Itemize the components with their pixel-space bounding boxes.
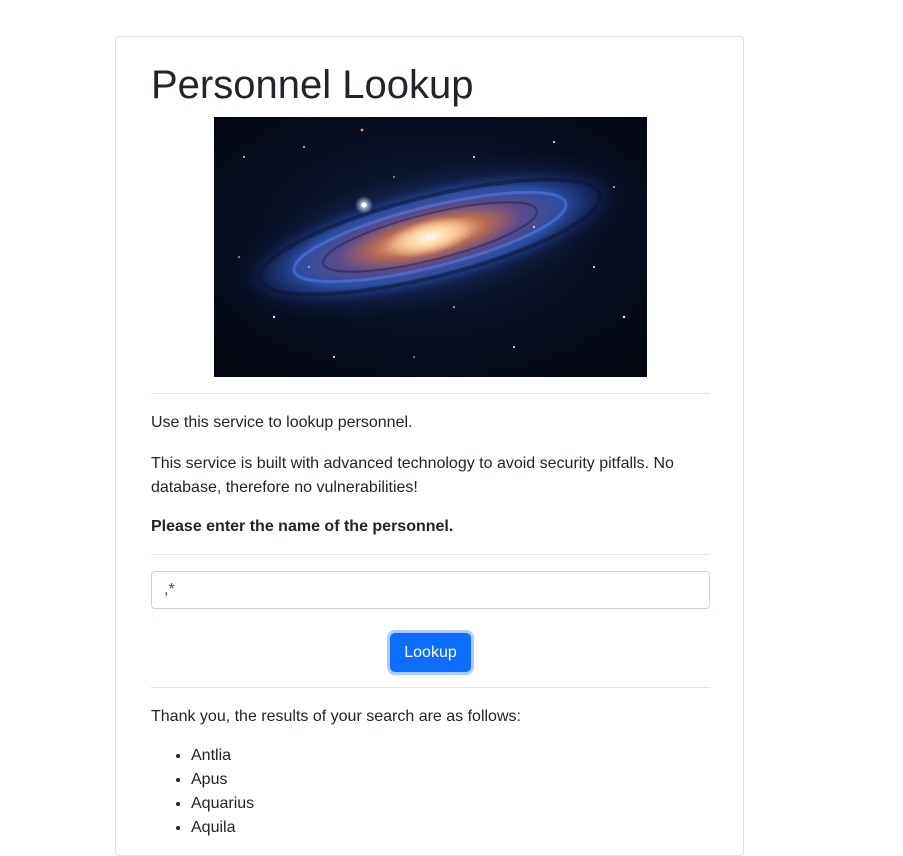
results-heading: Thank you, the results of your search ar… bbox=[151, 708, 521, 725]
divider bbox=[151, 393, 710, 394]
list-item: Aquila bbox=[191, 816, 254, 840]
intro-text: Use this service to lookup personnel. bbox=[151, 414, 413, 431]
input-prompt: Please enter the name of the personnel. bbox=[151, 518, 454, 535]
list-item: Aquarius bbox=[191, 792, 254, 816]
list-item: Antlia bbox=[191, 744, 254, 768]
personnel-name-input[interactable] bbox=[151, 571, 710, 609]
divider bbox=[151, 687, 710, 688]
galaxy-image bbox=[214, 117, 647, 377]
description-text: This service is built with advanced tech… bbox=[151, 455, 674, 496]
results-list: Antlia Apus Aquarius Aquila bbox=[151, 744, 254, 840]
lookup-card: Personnel Lookup Use this service to loo… bbox=[115, 36, 744, 856]
lookup-button[interactable]: Lookup bbox=[390, 633, 471, 672]
list-item: Apus bbox=[191, 768, 254, 792]
page-title: Personnel Lookup bbox=[151, 63, 474, 107]
divider bbox=[151, 554, 710, 555]
